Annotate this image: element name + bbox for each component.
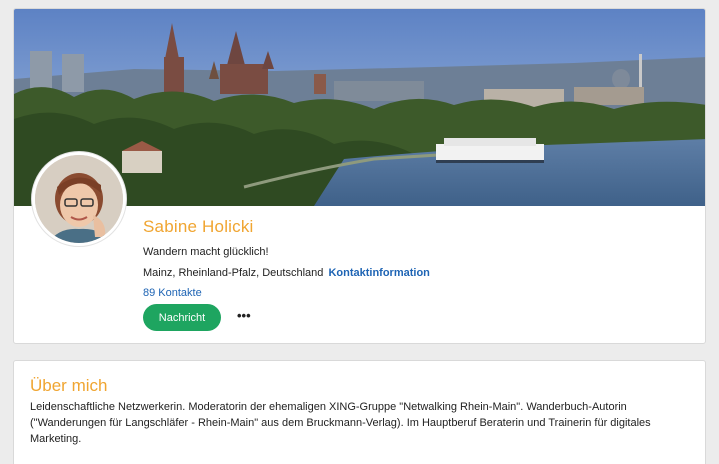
about-text: Leidenschaftliche Netzwerkerin. Moderato… — [30, 401, 651, 445]
location-line: Mainz, Rheinland-Pfalz, Deutschland Kont… — [143, 266, 683, 280]
profile-page: Sabine Holicki Wandern macht glücklich! … — [0, 0, 719, 464]
contacts-count-link[interactable]: 89 Kontakte — [143, 286, 683, 300]
message-button[interactable]: Nachricht — [143, 304, 221, 331]
about-card: Über mich Leidenschaftliche Netzwerkerin… — [13, 360, 706, 464]
avatar-portrait-image — [35, 155, 123, 243]
profile-info: Sabine Holicki Wandern macht glücklich! … — [143, 216, 683, 331]
contact-info-link[interactable]: Kontaktinformation — [328, 267, 429, 279]
location-text: Mainz, Rheinland-Pfalz, Deutschland — [143, 267, 324, 279]
profile-headline: Wandern macht glücklich! — [143, 246, 269, 258]
profile-card: Sabine Holicki Wandern macht glücklich! … — [13, 8, 706, 344]
about-title: Über mich — [30, 376, 108, 395]
more-options-button[interactable]: ••• — [237, 309, 251, 325]
avatar[interactable] — [32, 152, 126, 246]
profile-actions: Nachricht ••• — [143, 304, 683, 331]
profile-name: Sabine Holicki — [143, 217, 254, 236]
